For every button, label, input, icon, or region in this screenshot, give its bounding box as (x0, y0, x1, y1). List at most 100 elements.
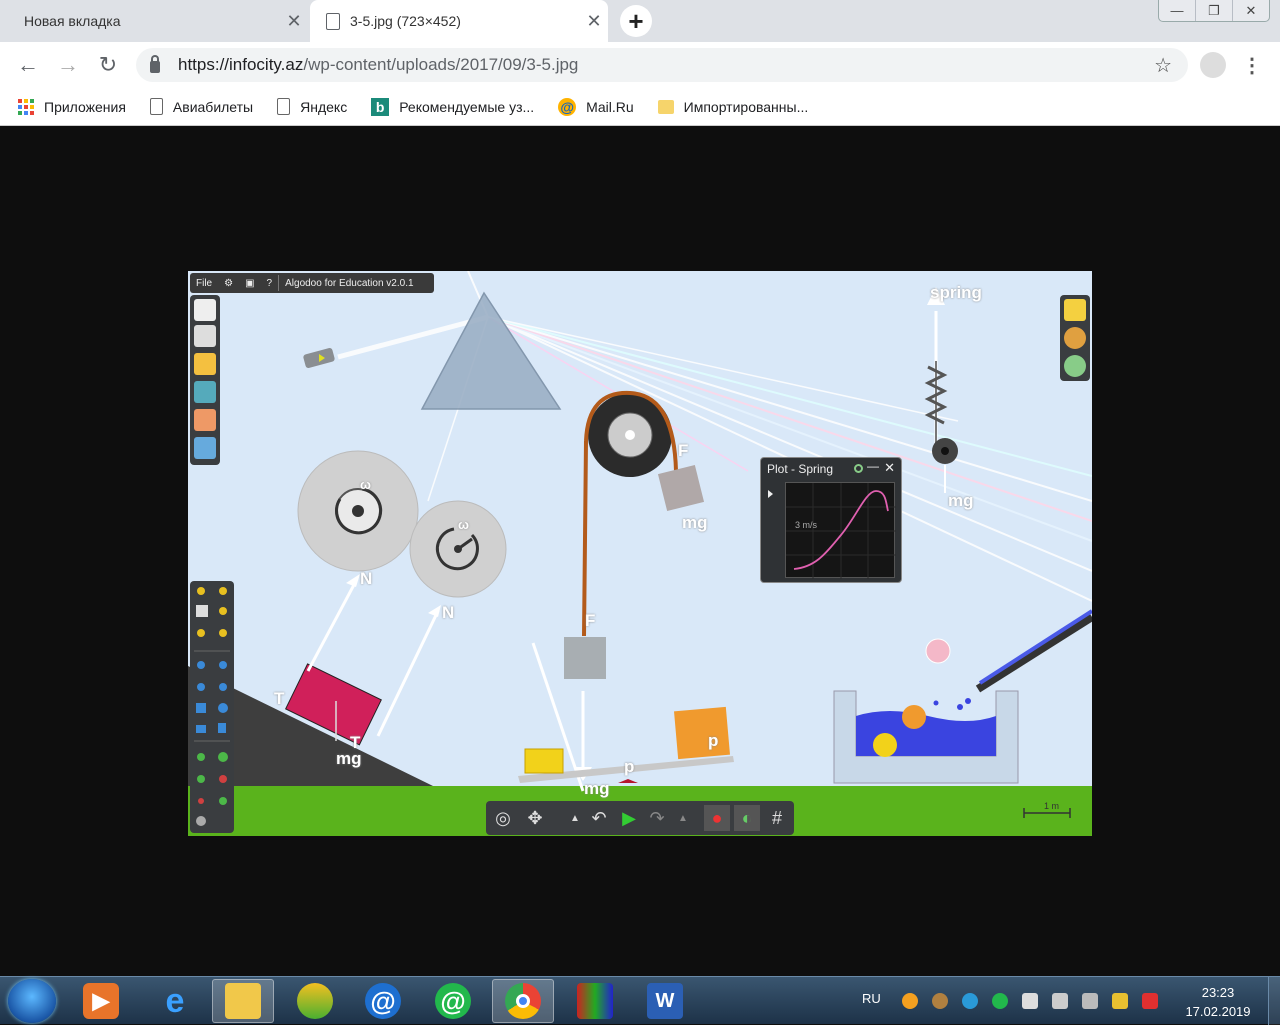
bookmark-label: Mail.Ru (586, 98, 634, 115)
start-button[interactable] (8, 979, 56, 1023)
browse-icon[interactable] (194, 409, 216, 431)
new-tab-button[interactable]: + (620, 5, 652, 37)
tab-new-tab[interactable]: Новая вкладка ✕ (8, 0, 308, 42)
apps-icon (18, 98, 34, 115)
plot-minimize-button[interactable]: — (867, 459, 879, 473)
tab-title: Новая вкладка (24, 13, 121, 29)
tray-mail-icon[interactable] (1022, 993, 1038, 1009)
profile-avatar[interactable] (1200, 52, 1226, 78)
taskbar-mail-agent[interactable]: @ (352, 979, 414, 1023)
tray-warning-icon[interactable] (1112, 993, 1128, 1009)
displayed-image[interactable]: spring mg mg mg mg F F N N T T p p ω ω F… (188, 271, 1092, 836)
redo-icon[interactable]: ↷ (644, 805, 670, 831)
taskbar-algodoo[interactable] (284, 979, 346, 1023)
url-path: /wp-content/uploads/2017/09/3-5.jpg (303, 55, 579, 74)
forward-button[interactable]: → (53, 50, 83, 80)
gravity-icon[interactable]: ● (704, 805, 730, 831)
taskbar-winrar[interactable] (564, 979, 626, 1023)
force-f-label: F (678, 441, 689, 460)
bookmark-yandex[interactable]: Яндекс (277, 98, 347, 115)
taskbar-icq[interactable]: @ (422, 979, 484, 1023)
restore-button[interactable]: ❐ (1195, 0, 1232, 21)
show-desktop-button[interactable] (1268, 977, 1280, 1025)
simulation-controls: ◎ ✥ ▲ ↶ ▶ ↷ ▲ ● ◐ # (486, 801, 794, 835)
open-folder-icon[interactable] (194, 353, 216, 375)
bookmark-imported[interactable]: Импортированны... (657, 99, 808, 115)
air-friction-icon[interactable]: ◐ (734, 805, 760, 831)
save-icon[interactable] (194, 381, 216, 403)
undo-icon[interactable]: ↶ (586, 805, 612, 831)
taskbar-chrome[interactable] (492, 979, 554, 1023)
visualize-icon[interactable] (1064, 355, 1086, 377)
algodoo-scene (188, 271, 1092, 836)
play-icon[interactable]: ▶ (616, 805, 642, 831)
palette-icon[interactable] (1064, 327, 1086, 349)
tray-gear-icon[interactable] (932, 993, 948, 1009)
bookmark-recommended[interactable]: b Рекомендуемые уз... (371, 97, 534, 116)
taskbar-internet-explorer[interactable]: e (144, 979, 206, 1023)
menu-button[interactable]: ⋮ (1240, 50, 1264, 80)
minimize-button[interactable]: — (1159, 0, 1195, 21)
tab-strip: Новая вкладка ✕ 3-5.jpg (723×452) ✕ + — … (0, 0, 1280, 42)
plot-settings-icon[interactable] (854, 464, 863, 473)
tray-icq-icon[interactable] (992, 993, 1008, 1009)
close-icon[interactable]: ✕ (580, 11, 608, 32)
tools-panel (190, 581, 234, 833)
plot-area (785, 482, 896, 579)
browser-toolbar: ← → ↻ https://infocity.az/wp-content/upl… (0, 42, 1280, 88)
tool-icons[interactable] (190, 581, 234, 833)
bookmark-aviabilety[interactable]: Авиабилеты (149, 98, 253, 115)
normal-force-label: N (442, 603, 455, 622)
plot-close-button[interactable]: ✕ (884, 460, 895, 476)
tab-image[interactable]: 3-5.jpg (723×452) ✕ (310, 0, 608, 42)
app-title: Algodoo for Education v2.0.1 (285, 277, 414, 289)
omega-label: ω (458, 517, 469, 532)
chrome-icon (505, 983, 541, 1019)
address-bar[interactable]: https://infocity.az/wp-content/uploads/2… (136, 48, 1188, 82)
tray-display-icon[interactable] (1082, 993, 1098, 1009)
expand-up-icon[interactable]: ▲ (562, 805, 588, 831)
tension-label: T (350, 733, 361, 752)
back-button[interactable]: ← (13, 50, 43, 80)
media-player-icon: ▶ (83, 983, 119, 1019)
print-icon[interactable] (194, 325, 216, 347)
taskbar-word[interactable]: W (634, 979, 696, 1023)
language-indicator[interactable]: RU (862, 991, 881, 1006)
tray-network-icon[interactable] (962, 993, 978, 1009)
file-panel (190, 295, 220, 465)
mailru-icon: @ (558, 97, 577, 116)
hanging-weight-right (657, 464, 705, 512)
tray-volume-icon[interactable] (1052, 993, 1068, 1009)
taskbar-media-player[interactable]: ▶ (70, 979, 132, 1023)
reload-button[interactable]: ↻ (93, 50, 123, 80)
play-triangle-icon[interactable] (768, 490, 773, 498)
zoom-icon[interactable]: ◎ (490, 805, 516, 831)
tray-flower-icon[interactable] (902, 993, 918, 1009)
export-icon[interactable] (194, 437, 216, 459)
file-menu[interactable]: File (190, 278, 218, 289)
settings-icon[interactable]: ⚙ (218, 278, 239, 289)
bookmark-apps[interactable]: Приложения (18, 98, 126, 115)
tension-label: T (274, 689, 285, 708)
move-icon[interactable]: ✥ (522, 805, 548, 831)
tray-flag-icon[interactable] (1142, 993, 1158, 1009)
gear-small (409, 500, 507, 598)
expand-down-icon[interactable]: ▲ (670, 805, 696, 831)
clock[interactable]: 23:23 17.02.2019 (1176, 983, 1260, 1021)
taskbar-file-explorer[interactable] (212, 979, 274, 1023)
help-menu[interactable]: ? (261, 278, 279, 289)
tab-title: 3-5.jpg (723×452) (350, 13, 461, 29)
bookmark-star-icon[interactable]: ☆ (1154, 53, 1172, 78)
mg-label: mg (682, 513, 708, 532)
window-close-button[interactable]: ✕ (1232, 0, 1269, 21)
grid-icon[interactable]: # (764, 805, 790, 831)
layers-icon[interactable] (1064, 299, 1086, 321)
internet-explorer-icon: e (165, 981, 185, 1020)
clock-date: 17.02.2019 (1185, 1004, 1251, 1019)
new-scene-icon[interactable] (194, 299, 216, 321)
window-icon[interactable]: ▣ (239, 278, 260, 289)
bookmark-mailru[interactable]: @ Mail.Ru (558, 97, 634, 116)
close-icon[interactable]: ✕ (280, 11, 308, 32)
plot-window[interactable]: Plot - Spring — ✕ 3 m/s (760, 457, 902, 583)
spring-label: spring (930, 283, 982, 302)
